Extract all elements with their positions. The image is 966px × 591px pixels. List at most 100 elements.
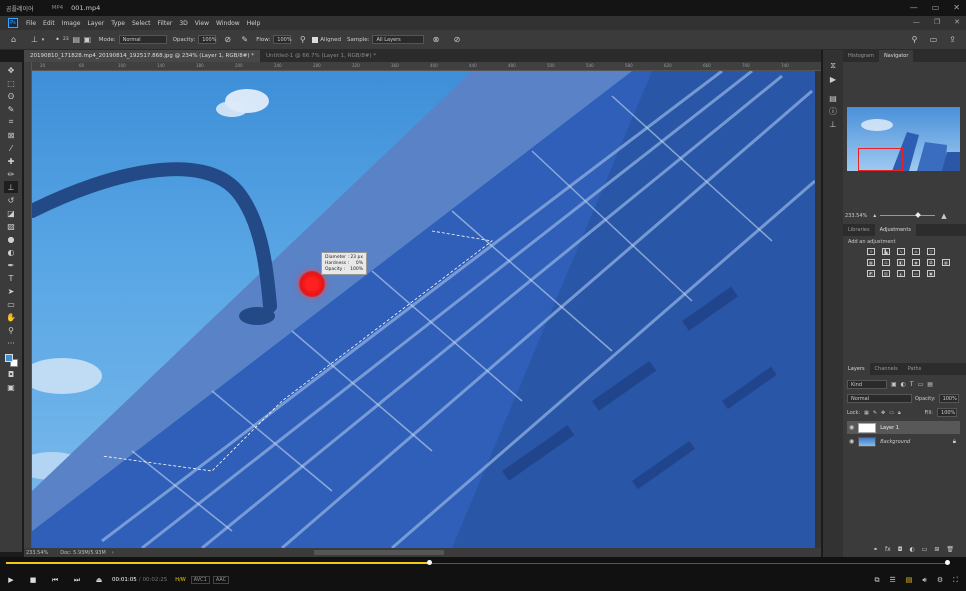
levels-icon[interactable]: ▙	[882, 248, 890, 255]
document-canvas[interactable]	[32, 71, 815, 548]
layer-row-background[interactable]: ◉ Background 🔒︎	[847, 435, 960, 448]
channel-mixer-icon[interactable]: ❂	[927, 259, 935, 266]
ps-close-icon[interactable]: ✕	[954, 18, 960, 26]
brush-tool-icon[interactable]: ✏	[4, 168, 18, 180]
black-white-icon[interactable]: ◧	[897, 259, 905, 266]
brush-size-value[interactable]: 23	[63, 37, 69, 42]
hue-saturation-icon[interactable]: ▦	[867, 259, 875, 266]
ps-minimize-icon[interactable]: —	[913, 18, 920, 26]
new-group-icon[interactable]: ▭	[922, 546, 928, 553]
tab-paths[interactable]: Paths	[903, 363, 927, 375]
volume-icon[interactable]: 🔊︎	[922, 576, 926, 585]
quick-select-tool-icon[interactable]: ✎	[4, 103, 18, 115]
visibility-eye-icon[interactable]: ◉	[849, 438, 854, 445]
fx-icon[interactable]: fx	[885, 546, 891, 553]
workspace-icon[interactable]: ▭	[928, 34, 939, 45]
hw-badge[interactable]: H/W	[173, 577, 187, 583]
exposure-icon[interactable]: ±	[912, 248, 920, 255]
smart-filter-icon[interactable]: ▤	[927, 381, 933, 388]
clone-source-panel-icon[interactable]: ⊥	[826, 118, 840, 130]
blur-tool-icon[interactable]: ●	[4, 233, 18, 245]
tab-document-2[interactable]: Untitled-1 @ 66.7% (Layer 1, RGB/8#) *	[260, 50, 382, 62]
visibility-eye-icon[interactable]: ◉	[849, 424, 854, 431]
shape-filter-icon[interactable]: ▭	[918, 381, 924, 388]
tab-layers[interactable]: Layers	[843, 363, 870, 375]
layer-name[interactable]: Layer 1	[880, 425, 899, 431]
zoom-level[interactable]: 233.54%	[26, 550, 48, 556]
photo-filter-icon[interactable]: ◉	[912, 259, 920, 266]
type-tool-icon[interactable]: T	[4, 272, 18, 284]
new-adjustment-icon[interactable]: ◐	[909, 546, 914, 553]
airbrush-icon[interactable]: ✎	[239, 34, 250, 45]
zoom-in-icon[interactable]: ▲	[941, 212, 946, 220]
maximize-button[interactable]: ▭	[932, 3, 940, 12]
screen-mode-icon[interactable]: ▣	[4, 381, 18, 393]
clone-source-icon[interactable]: ▣	[82, 34, 93, 45]
play-icon[interactable]: ▶	[6, 576, 16, 584]
gradient-tool-icon[interactable]: ▨	[4, 220, 18, 232]
posterize-icon[interactable]: ▨	[882, 270, 890, 277]
navigator-thumbnail[interactable]	[847, 107, 960, 171]
menu-help[interactable]: Help	[247, 20, 261, 27]
menu-view[interactable]: View	[195, 20, 209, 27]
crop-tool-icon[interactable]: ⌗	[4, 116, 18, 128]
search-icon[interactable]: ⚲	[909, 34, 920, 45]
lock-artboard-icon[interactable]: ▭	[889, 410, 894, 416]
lock-all-icon[interactable]: 🔒︎	[898, 410, 901, 416]
sample-select[interactable]: All Layers	[372, 35, 425, 44]
aligned-checkbox[interactable]	[312, 36, 319, 43]
chevron-down-icon[interactable]: ▾	[40, 34, 46, 45]
pixel-filter-icon[interactable]: ▣	[891, 381, 897, 388]
foreground-color-swatch[interactable]	[5, 354, 13, 362]
color-swatches[interactable]	[4, 352, 18, 368]
invert-icon[interactable]: ◩	[867, 270, 875, 277]
color-lookup-icon[interactable]: ▦	[942, 259, 950, 266]
navigator-view-box[interactable]	[858, 148, 903, 171]
lock-move-icon[interactable]: ✥	[881, 410, 885, 416]
history-panel-icon[interactable]: ⧖	[826, 60, 840, 72]
shape-tool-icon[interactable]: ▭	[4, 298, 18, 310]
gradient-map-icon[interactable]: ▭	[912, 270, 920, 277]
canvas-horizontal-scrollbar[interactable]	[314, 550, 444, 555]
vibrance-icon[interactable]: ▽	[927, 248, 935, 255]
menu-filter[interactable]: Filter	[158, 20, 173, 27]
hand-tool-icon[interactable]: ✋	[4, 311, 18, 323]
layer-row-layer1[interactable]: ◉ Layer 1	[847, 421, 960, 434]
kind-filter-select[interactable]: Kind	[847, 380, 887, 389]
tab-channels[interactable]: Channels	[870, 363, 903, 375]
seek-handle[interactable]	[427, 560, 432, 565]
status-arrow-icon[interactable]: ›	[112, 550, 114, 556]
clone-stamp-tool-icon[interactable]: ⊥	[4, 181, 18, 193]
link-layers-icon[interactable]: ⚭	[873, 546, 878, 553]
airbrush-toggle-icon[interactable]: ⚲	[297, 34, 308, 45]
pen-tool-icon[interactable]: ✒	[4, 259, 18, 271]
tab-document-1[interactable]: 20190810_171828.mp4_20190814_192517.868.…	[24, 50, 260, 62]
mode-select[interactable]: Normal	[118, 35, 167, 44]
marquee-tool-icon[interactable]: ⬚	[4, 77, 18, 89]
home-icon[interactable]: ⌂	[8, 34, 19, 45]
layer-name[interactable]: Background	[880, 439, 910, 445]
eraser-tool-icon[interactable]: ◪	[4, 207, 18, 219]
menu-type[interactable]: Type	[111, 20, 125, 27]
share-icon[interactable]: ⇪	[947, 34, 958, 45]
opacity-input[interactable]: 100%	[198, 35, 216, 44]
clone-stamp-preset-icon[interactable]: ⊥	[29, 34, 40, 45]
zoom-tool-icon[interactable]: ⚲	[4, 324, 18, 336]
properties-panel-icon[interactable]: ▤	[826, 92, 840, 104]
previous-icon[interactable]: ⏮	[50, 576, 60, 585]
frame-tool-icon[interactable]: ⊠	[4, 129, 18, 141]
stop-icon[interactable]: ■	[28, 576, 38, 584]
lasso-tool-icon[interactable]: ʘ	[4, 90, 18, 102]
fill-input[interactable]: 100%	[937, 408, 958, 417]
adjustment-filter-icon[interactable]: ◐	[901, 381, 906, 388]
menu-3d[interactable]: 3D	[179, 20, 187, 27]
capture-icon[interactable]: ⧉	[874, 576, 879, 585]
next-icon[interactable]: ⏭	[72, 576, 82, 585]
history-brush-tool-icon[interactable]: ↺	[4, 194, 18, 206]
subtitle-icon[interactable]: ▤	[906, 576, 913, 585]
lock-paint-icon[interactable]: ✎	[873, 410, 877, 416]
fullscreen-icon[interactable]: ⛶	[953, 576, 958, 585]
pressure-opacity-icon[interactable]: ⊘	[222, 34, 233, 45]
type-filter-icon[interactable]: T	[910, 381, 914, 388]
brush-settings-icon[interactable]: ▤	[71, 34, 82, 45]
